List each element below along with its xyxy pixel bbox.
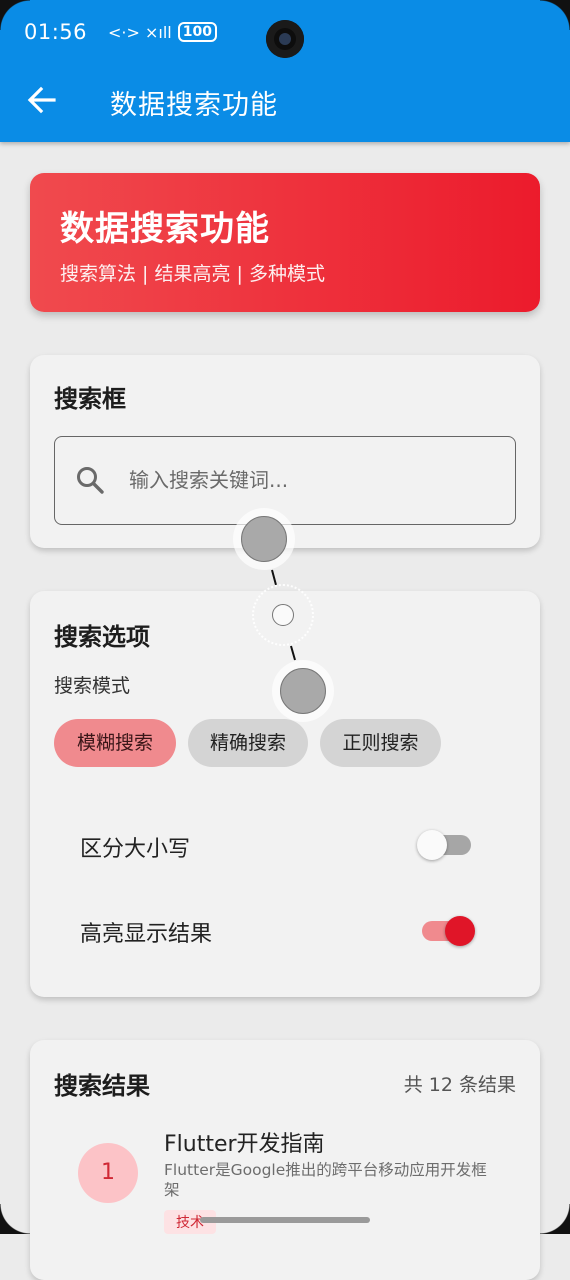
hero-banner: 数据搜索功能 搜索算法 | 结果高亮 | 多种模式: [30, 173, 540, 312]
status-time: 01:56: [24, 20, 88, 44]
home-indicator[interactable]: [200, 1217, 370, 1223]
frame-corner-br: [540, 1204, 570, 1234]
hero-title: 数据搜索功能: [60, 209, 270, 249]
hero-subtitle: 搜索算法 | 结果高亮 | 多种模式: [60, 263, 325, 285]
case-sensitive-thumb: [417, 830, 447, 860]
chip-regex-search[interactable]: 正则搜索: [320, 719, 441, 767]
front-camera: [266, 20, 304, 58]
search-card: 搜索框: [30, 355, 540, 548]
page-title: 数据搜索功能: [110, 90, 278, 121]
result-count: 共 12 条结果: [403, 1074, 516, 1096]
search-options-card: 搜索选项 搜索模式 模糊搜索 精确搜索 正则搜索 区分大小写 高亮显示结果: [30, 591, 540, 997]
search-mode-label: 搜索模式: [54, 675, 131, 697]
highlight-results-label: 高亮显示结果: [80, 922, 213, 947]
result-description: Flutter是Google推出的跨平台移动应用开发框架: [164, 1161, 487, 1199]
result-index-badge: 1: [78, 1143, 138, 1203]
chip-fuzzy-search[interactable]: 模糊搜索: [54, 719, 176, 767]
app-bar: 01:56 <·> ×ıll 100 数据搜索功能: [0, 0, 570, 142]
search-card-title: 搜索框: [54, 385, 126, 413]
status-icons: <·> ×ıll 100: [108, 22, 217, 42]
case-sensitive-label: 区分大小写: [80, 837, 191, 862]
search-results-card: 搜索结果 共 12 条结果 1 Flutter开发指南 Flutter是Goog…: [30, 1040, 540, 1280]
case-sensitive-toggle[interactable]: [415, 827, 475, 863]
frame-corner-bl: [0, 1204, 30, 1234]
arrow-left-icon: [27, 86, 56, 114]
battery-icon: 100: [177, 22, 217, 42]
highlight-thumb: [445, 916, 475, 946]
results-card-title: 搜索结果: [54, 1072, 150, 1100]
result-title: Flutter开发指南: [164, 1132, 325, 1157]
search-input[interactable]: [127, 459, 501, 501]
search-field[interactable]: [54, 436, 516, 525]
network-icon: <·> ×ıll: [108, 22, 172, 42]
frame-corner-tr: [540, 0, 570, 30]
chip-exact-search[interactable]: 精确搜索: [188, 719, 308, 767]
highlight-results-toggle[interactable]: [415, 913, 479, 949]
options-card-title: 搜索选项: [54, 623, 150, 651]
back-button[interactable]: [22, 80, 62, 120]
search-icon: [77, 467, 104, 494]
